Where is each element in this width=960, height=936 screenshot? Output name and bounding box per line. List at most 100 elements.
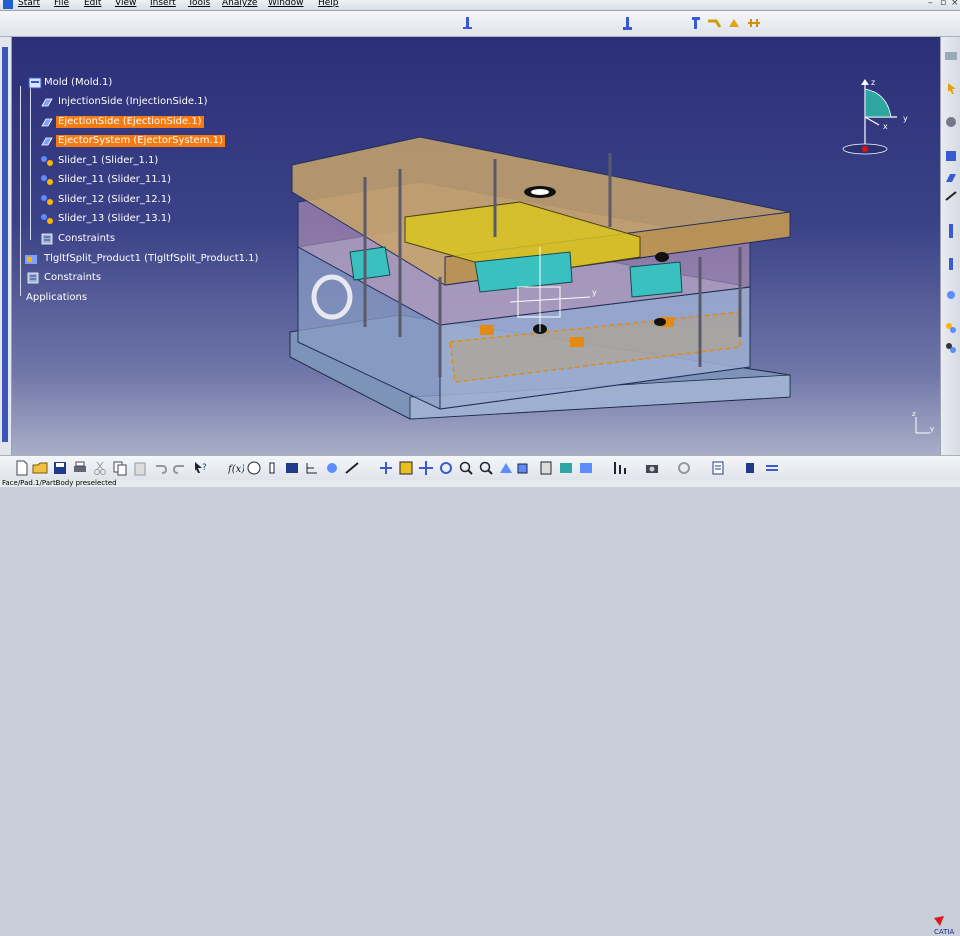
tree-root[interactable]: Mold (Mold.1)	[44, 77, 112, 89]
undo-icon[interactable]	[152, 460, 168, 476]
tool-group2-icon[interactable]	[944, 341, 958, 355]
tree-item-ejectorsystem[interactable]: EjectorSystem (EjectorSystem.1)	[56, 135, 225, 147]
new-file-icon[interactable]	[14, 460, 30, 476]
constraint-tool-icon[interactable]	[460, 15, 476, 31]
menu-tools[interactable]: Tools	[188, 0, 210, 8]
rotate-icon[interactable]	[438, 460, 454, 476]
mold-assembly-model[interactable]: y	[270, 97, 810, 437]
menu-edit[interactable]: Edit	[84, 0, 101, 8]
camera-icon[interactable]	[644, 460, 660, 476]
start-menu-icon	[3, 0, 13, 9]
update-icon[interactable]	[324, 460, 340, 476]
compass-y-label: y	[903, 114, 908, 123]
workbench-icon[interactable]	[764, 460, 780, 476]
product-icon[interactable]	[40, 174, 54, 186]
render-style-icon[interactable]	[538, 460, 554, 476]
tree-item-applications[interactable]: Applications	[26, 292, 87, 304]
gear-tool-icon[interactable]	[944, 115, 958, 129]
axis-y-small-label: y	[930, 425, 934, 433]
tree-item-ejectionside[interactable]: EjectionSide (EjectionSide.1)	[56, 116, 204, 128]
specification-tree: Mold (Mold.1) InjectionSide (InjectionSi…	[14, 74, 274, 314]
whats-this-icon[interactable]: ?	[192, 460, 208, 476]
select-cursor-icon[interactable]	[945, 81, 959, 95]
scroll-thumb[interactable]	[2, 47, 8, 442]
compass-widget[interactable]: z y x	[835, 77, 925, 162]
save-icon[interactable]	[52, 460, 68, 476]
menu-file[interactable]: File	[54, 0, 69, 8]
slider-left	[349, 246, 391, 281]
tree-item-split-product[interactable]: TlgltfSplit_Product1 (TlgltfSplit_Produc…	[44, 253, 258, 265]
tree-item-slider-11[interactable]: Slider_11 (Slider_11.1)	[58, 174, 171, 186]
swap-space-icon[interactable]	[578, 460, 594, 476]
tool-bulb-icon[interactable]	[944, 289, 958, 303]
normal-view-icon[interactable]	[498, 460, 514, 476]
catalog-icon[interactable]	[284, 460, 300, 476]
fix-tool-icon[interactable]	[620, 15, 636, 31]
paste-icon[interactable]	[132, 460, 148, 476]
views-icon[interactable]	[516, 460, 532, 476]
compass-z-label: z	[871, 78, 875, 87]
tool-pin-icon[interactable]	[945, 257, 957, 271]
menu-insert[interactable]: Insert	[150, 0, 176, 8]
tree-item-constraints[interactable]: Constraints	[44, 272, 101, 284]
status-text: Face/Pad.1/PartBody preselected	[2, 479, 117, 487]
export-icon[interactable]	[744, 460, 760, 476]
tool-d-icon[interactable]	[746, 15, 762, 31]
fly-mode-icon[interactable]	[378, 460, 394, 476]
scene-icon[interactable]	[612, 460, 628, 476]
fit-all-icon[interactable]	[398, 460, 414, 476]
menu-view[interactable]: View	[115, 0, 136, 8]
axis-y-label: y	[592, 288, 597, 297]
print-icon[interactable]	[72, 460, 88, 476]
tree-tool-icon[interactable]	[304, 460, 320, 476]
menu-help[interactable]: Help	[318, 0, 339, 8]
hide-show-icon[interactable]	[558, 460, 574, 476]
tree-item-constraints-inner[interactable]: Constraints	[58, 233, 115, 245]
tool-stack-icon[interactable]	[944, 149, 958, 163]
tree-scrollbar[interactable]	[0, 37, 12, 455]
measure-icon[interactable]	[344, 460, 360, 476]
open-folder-icon[interactable]	[32, 460, 48, 476]
tree-item-slider-13[interactable]: Slider_13 (Slider_13.1)	[58, 213, 171, 225]
tool-group-icon[interactable]	[944, 321, 958, 335]
zoom-out-icon[interactable]	[478, 460, 494, 476]
part-icon[interactable]	[40, 96, 54, 108]
axis-z-label: z	[912, 410, 916, 418]
constraints-icon[interactable]	[26, 272, 40, 284]
menu-analyze[interactable]: Analyze	[222, 0, 257, 8]
mold-root-icon[interactable]	[28, 77, 42, 89]
hand-icon[interactable]	[264, 460, 280, 476]
zoom-in-icon[interactable]	[458, 460, 474, 476]
copy-icon[interactable]	[112, 460, 128, 476]
product-icon[interactable]	[40, 194, 54, 206]
part-icon[interactable]	[40, 116, 54, 128]
tool-sketch-icon[interactable]	[944, 189, 958, 203]
knowledge-icon[interactable]	[246, 460, 262, 476]
tool-plane-icon[interactable]	[944, 171, 958, 185]
tool-b-icon[interactable]	[706, 15, 722, 31]
part-icon[interactable]	[40, 135, 54, 147]
restore-icon[interactable]: ▫	[940, 0, 946, 8]
tree-item-slider-1[interactable]: Slider_1 (Slider_1.1)	[58, 155, 158, 167]
tool-a-icon[interactable]	[688, 15, 704, 31]
constraints-icon[interactable]	[40, 233, 54, 245]
formula-icon[interactable]: f(x)	[228, 460, 244, 476]
split-product-icon[interactable]	[24, 253, 38, 265]
3d-viewport[interactable]: Mold (Mold.1) InjectionSide (InjectionSi…	[0, 37, 940, 455]
menu-window[interactable]: Window	[268, 0, 304, 8]
tree-item-injectionside[interactable]: InjectionSide (InjectionSide.1)	[58, 96, 208, 108]
minimize-icon[interactable]: –	[928, 0, 933, 8]
tree-item-slider-12[interactable]: Slider_12 (Slider_12.1)	[58, 194, 171, 206]
menu-start[interactable]: Start	[18, 0, 40, 8]
product-icon[interactable]	[40, 155, 54, 167]
tool-c-icon[interactable]	[726, 15, 742, 31]
document-icon[interactable]	[710, 460, 726, 476]
refresh-icon[interactable]	[676, 460, 692, 476]
tool-bar-icon[interactable]	[946, 223, 956, 239]
assembly-tool-icon[interactable]	[944, 49, 958, 63]
redo-icon[interactable]	[172, 460, 188, 476]
close-icon[interactable]: ×	[951, 0, 959, 8]
product-icon[interactable]	[40, 213, 54, 225]
cut-icon[interactable]	[92, 460, 108, 476]
pan-icon[interactable]	[418, 460, 434, 476]
